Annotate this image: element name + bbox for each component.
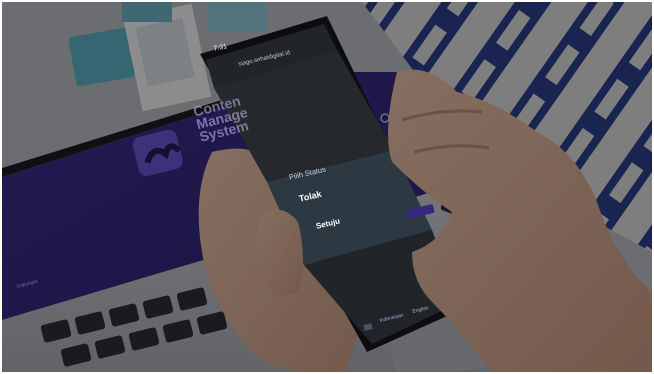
photo-scene: Conten Manage System Copyright 7:31 siag…: [2, 2, 652, 372]
dim-overlay: [2, 2, 652, 372]
scene-illustration: [2, 2, 652, 372]
